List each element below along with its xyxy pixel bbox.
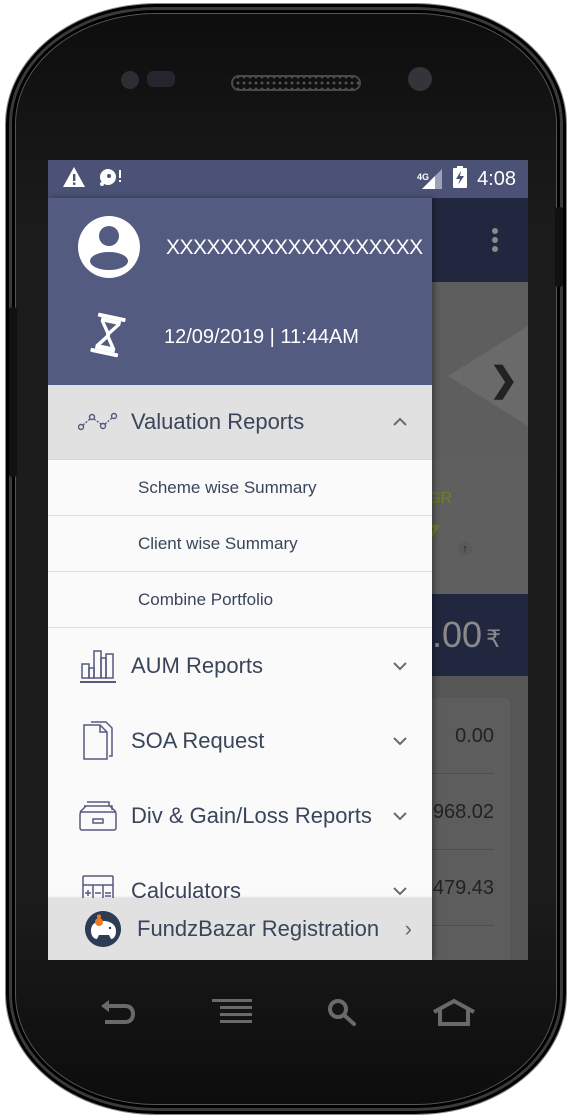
tray-icon: [78, 796, 118, 836]
proximity-sensor: [121, 71, 139, 89]
user-name: XXXXXXXXXXXXXXXXXXX: [166, 236, 423, 259]
line-chart-icon: [78, 402, 118, 442]
submenu-label: Combine Portfolio: [138, 589, 274, 609]
menu-item-soa-request[interactable]: SOA Request: [48, 703, 432, 778]
arrow-up-icon: ↑: [458, 542, 472, 556]
menu-icon: [212, 998, 252, 1030]
menu-label: SOA Request: [131, 727, 265, 753]
hourglass-icon: [86, 312, 130, 363]
chevron-down-icon[interactable]: [392, 733, 408, 749]
sync-problem-icon: [98, 166, 124, 193]
last-login-time: 12/09/2019 | 11:44AM: [164, 326, 359, 348]
status-clock: 4:08: [477, 167, 516, 190]
menu-item-valuation-reports[interactable]: Valuation Reports: [48, 385, 432, 460]
chevron-down-icon[interactable]: [392, 883, 408, 899]
status-bar: 4G 4:08: [48, 160, 528, 198]
menu-item-aum-reports[interactable]: AUM Reports: [48, 628, 432, 703]
overflow-menu-icon[interactable]: [492, 228, 498, 255]
bar-chart-icon: [78, 646, 118, 686]
battery-charging-icon: [453, 165, 468, 193]
submenu-label: Client wise Summary: [138, 533, 298, 553]
fundzbazar-logo-icon: [85, 911, 121, 947]
submenu-item-combine-portfolio[interactable]: Combine Portfolio: [48, 572, 432, 628]
submenu-item-scheme-wise-summary[interactable]: Scheme wise Summary: [48, 460, 432, 516]
chevron-up-icon[interactable]: [392, 414, 408, 430]
light-sensor: [147, 71, 175, 87]
back-icon: [99, 998, 137, 1031]
chevron-right-icon[interactable]: ❯: [490, 360, 519, 400]
home-icon: [432, 998, 476, 1031]
volume-button: [9, 307, 17, 477]
chevron-down-icon[interactable]: [392, 808, 408, 824]
menu-label: AUM Reports: [131, 652, 264, 678]
documents-icon: [78, 720, 118, 761]
menu-button[interactable]: [210, 996, 254, 1032]
submenu-label: Scheme wise Summary: [138, 477, 317, 497]
menu-label: Valuation Reports: [131, 409, 305, 434]
rupee-icon: ₹: [486, 626, 502, 653]
power-button: [555, 207, 563, 287]
search-icon: [326, 997, 358, 1032]
home-button[interactable]: [432, 996, 476, 1032]
fundzbazar-registration-button[interactable]: FundzBazar Registration ›: [48, 898, 432, 960]
search-button[interactable]: [320, 996, 364, 1032]
navigation-drawer: XXXXXXXXXXXXXXXXXXX 12/09/2019 | 11:44AM: [48, 198, 432, 960]
signal-icon: 4G: [417, 168, 443, 190]
screen: 4G 4:08 ❯ GR 7 ↑ .00₹: [48, 160, 528, 960]
avatar[interactable]: [78, 216, 140, 278]
drawer-header: XXXXXXXXXXXXXXXXXXX 12/09/2019 | 11:44AM: [48, 198, 432, 385]
chevron-right-icon: ›: [404, 916, 412, 941]
fundzbazar-registration-label: FundzBazar Registration: [137, 916, 380, 941]
chevron-down-icon[interactable]: [392, 658, 408, 674]
menu-item-div-gain-loss-reports[interactable]: Div & Gain/Loss Reports: [48, 778, 432, 853]
submenu-item-client-wise-summary[interactable]: Client wise Summary: [48, 516, 432, 572]
earpiece-speaker: [231, 75, 361, 91]
drawer-menu: Valuation Reports Scheme wise Summary Cl…: [48, 385, 432, 928]
menu-label: Div & Gain/Loss Reports: [131, 802, 372, 828]
warning-icon: [62, 166, 86, 193]
front-camera: [408, 67, 432, 91]
hardware-nav-bar: [0, 996, 572, 1036]
total-value: .00: [432, 614, 483, 655]
back-button[interactable]: [96, 996, 140, 1032]
